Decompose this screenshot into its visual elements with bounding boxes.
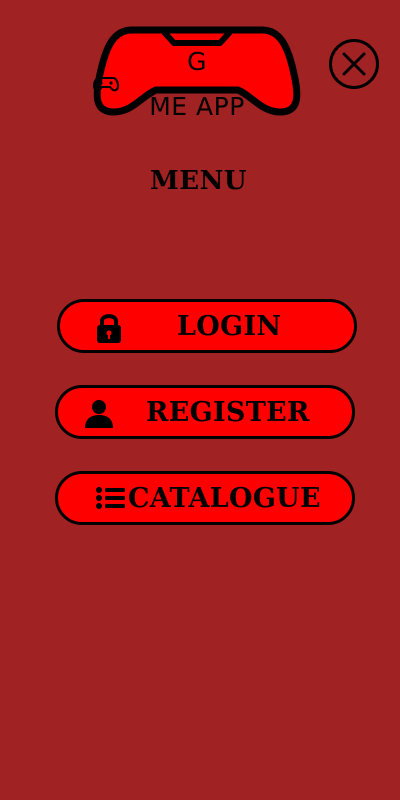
- login-label: LOGIN: [177, 311, 282, 342]
- app-logo: G ME APP: [92, 26, 302, 121]
- list-icon: [95, 483, 125, 513]
- close-button[interactable]: [328, 38, 380, 90]
- catalogue-label: CATALOGUE: [128, 483, 321, 514]
- close-icon: [329, 39, 379, 89]
- logo-text: G ME APP: [92, 47, 302, 121]
- register-label: REGISTER: [146, 397, 310, 428]
- catalogue-button[interactable]: CATALOGUE: [55, 471, 355, 525]
- gamepad-small-icon: [93, 77, 119, 92]
- login-button[interactable]: LOGIN: [57, 299, 357, 353]
- register-button[interactable]: REGISTER: [55, 385, 355, 439]
- menu-title: MENU: [149, 166, 248, 196]
- lock-icon: [94, 311, 124, 343]
- user-icon: [83, 397, 113, 428]
- logo-text-rest: ME APP: [149, 92, 245, 121]
- logo-text-g: G: [187, 47, 207, 76]
